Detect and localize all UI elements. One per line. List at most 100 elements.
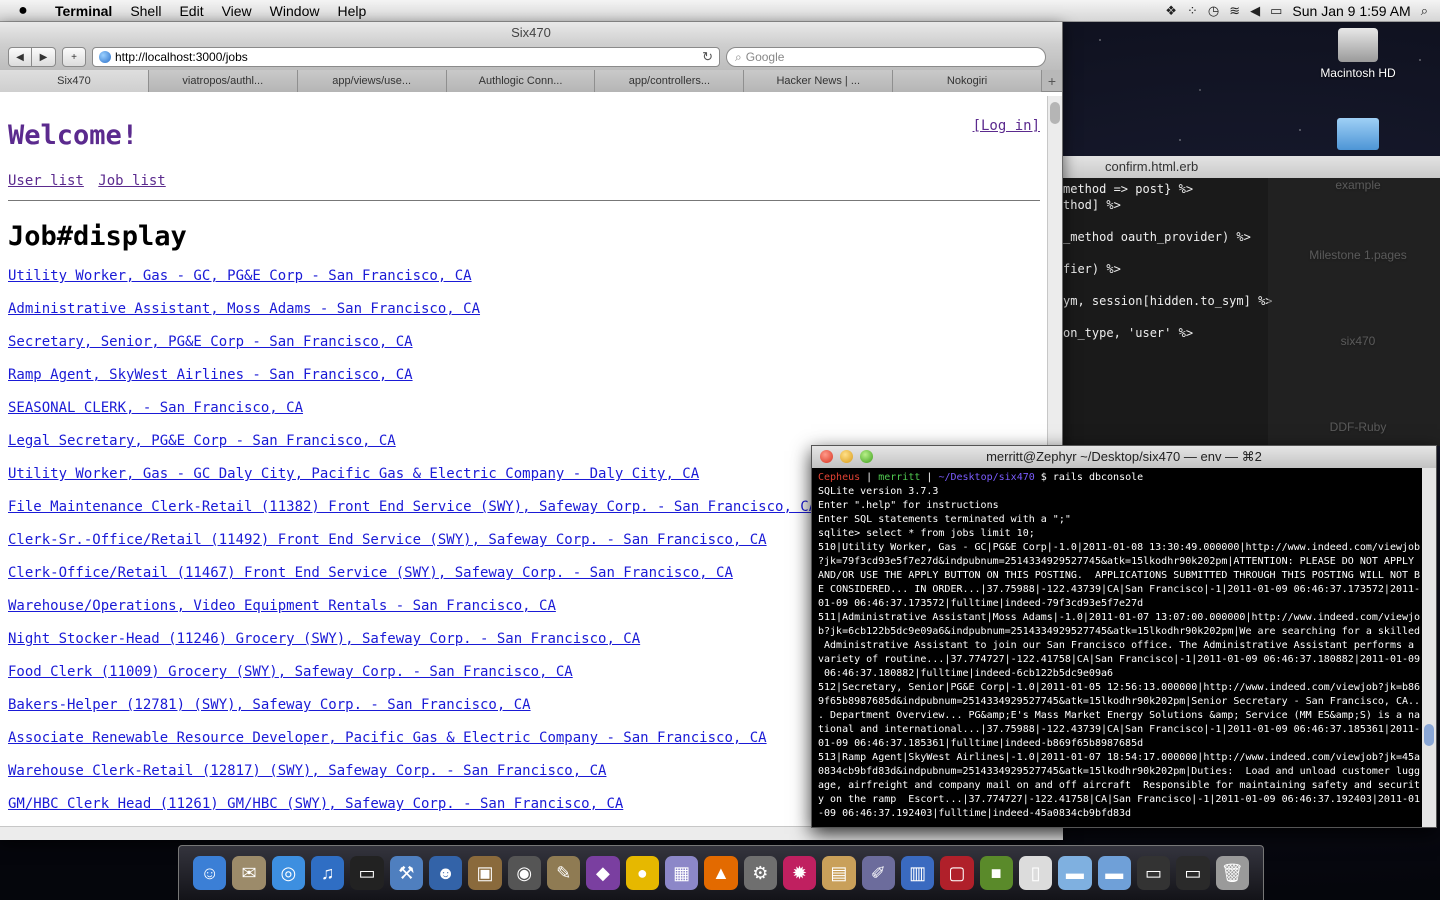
tab-2[interactable]: app/views/use...: [297, 70, 447, 92]
menu-view[interactable]: View: [213, 3, 261, 19]
browser-toolbar: ◀ ▶ + http://localhost:3000/jobs ↻ ⌕ Goo…: [0, 44, 1062, 70]
desktop-item-ddf-ruby[interactable]: DDF-Ruby: [1303, 420, 1413, 434]
parallels-icon[interactable]: ▢: [940, 856, 974, 890]
job-link[interactable]: Administrative Assistant, Moss Adams - S…: [8, 301, 1040, 334]
back-button[interactable]: ◀: [8, 47, 32, 67]
forward-button[interactable]: ▶: [32, 47, 56, 67]
safari-icon[interactable]: ◎: [271, 856, 305, 890]
archive-icon[interactable]: ▦: [664, 856, 699, 890]
vlc-icon[interactable]: ▲: [704, 856, 738, 890]
add-bookmark-button[interactable]: +: [62, 47, 86, 67]
system-preferences-icon[interactable]: ⚙: [743, 856, 777, 890]
tab-bar: Six470 viatropos/authl... app/views/use...…: [0, 70, 1062, 92]
terminal-line: 513|Ramp Agent|SkyWest Airlines|-1.0|201…: [818, 752, 1421, 763]
desktop-item-example[interactable]: example: [1303, 178, 1413, 192]
terminal-line: E CONSIDERED... IN ORDER...|37.75988|-12…: [818, 584, 1421, 595]
desktop-hd-icon[interactable]: Macintosh HD: [1303, 28, 1413, 80]
job-link[interactable]: Secretary, Senior, PG&E Corp - San Franc…: [8, 334, 1040, 367]
user-list-link[interactable]: User list: [8, 173, 84, 189]
login-link[interactable]: [Log in]: [973, 118, 1040, 134]
menu-clock[interactable]: Sun Jan 9 1:59 AM: [1292, 3, 1410, 19]
desktop-item-label: example: [1335, 178, 1381, 192]
editor-title: confirm.html.erb: [1063, 156, 1440, 178]
desktop-hd-label: Macintosh HD: [1320, 66, 1396, 80]
desktop-item-milestone[interactable]: Milestone 1.pages: [1303, 248, 1413, 262]
folder-icon-2[interactable]: ▬: [1097, 856, 1131, 890]
dots-icon[interactable]: ⁘: [1187, 3, 1198, 19]
desktop-item-label: six470: [1340, 334, 1376, 348]
tab-6[interactable]: Nokogiri: [893, 70, 1043, 92]
ichat-icon[interactable]: ☻: [428, 856, 463, 890]
time-machine-icon[interactable]: ◷: [1208, 3, 1219, 19]
tab-3[interactable]: Authlogic Conn...: [446, 70, 596, 92]
job-link[interactable]: Utility Worker, Gas - GC, PG&E Corp - Sa…: [8, 268, 1040, 301]
app-icon[interactable]: ◆: [586, 856, 620, 890]
spotlight-search-icon[interactable]: ⌕: [1421, 3, 1428, 19]
job-link[interactable]: SEASONAL CLERK, - San Francisco, CA: [8, 400, 1040, 433]
adium-icon[interactable]: ●: [625, 856, 659, 890]
desktop-folder[interactable]: [1303, 118, 1413, 154]
mail-icon[interactable]: ✉: [232, 856, 266, 890]
document-icon[interactable]: ▯: [1018, 856, 1053, 890]
apple-menu-icon[interactable]: ●: [0, 2, 46, 20]
xcode-icon[interactable]: ⚒: [389, 856, 423, 890]
dropbox-icon[interactable]: ❖: [1165, 3, 1177, 19]
job-link[interactable]: Ramp Agent, SkyWest Airlines - San Franc…: [8, 367, 1040, 400]
search-field[interactable]: ⌕ Google: [726, 47, 1046, 67]
terminal-line: 01-09 06:46:37.173572|fulltime|indeed-79…: [818, 598, 1144, 609]
editor-minimap: [1268, 178, 1440, 446]
brush-icon[interactable]: ✐: [861, 856, 895, 890]
job-list-link[interactable]: Job list: [98, 173, 165, 189]
tab-5[interactable]: Hacker News | ...: [744, 70, 894, 92]
terminal-line: 9f65b8987685d&indpubnum=2514334929527745…: [818, 696, 1421, 707]
burst-icon[interactable]: ✹: [782, 856, 817, 890]
folder-icon[interactable]: ▬: [1058, 856, 1092, 890]
terminal-scrollbar[interactable]: [1422, 468, 1436, 827]
wifi-icon[interactable]: ≋: [1229, 3, 1240, 19]
editor-window: confirm.html.erb method => post} %> thod]…: [1063, 156, 1440, 446]
minimize-icon[interactable]: [840, 450, 853, 463]
chart-app-icon[interactable]: ▥: [900, 856, 935, 890]
tab-4[interactable]: app/controllers...: [595, 70, 745, 92]
menu-help[interactable]: Help: [328, 3, 375, 19]
menu-window[interactable]: Window: [261, 3, 329, 19]
minecraft-icon[interactable]: ■: [979, 856, 1013, 890]
horizontal-scrollbar[interactable]: [0, 826, 1063, 840]
scroll-thumb[interactable]: [1050, 102, 1060, 124]
folder-icon: [1337, 118, 1379, 150]
terminal-line: Enter SQL statements terminated with a "…: [818, 514, 1071, 525]
terminal-line: Administrative Assistant to join our San…: [818, 640, 1415, 651]
trash-icon[interactable]: 🗑: [1215, 856, 1249, 890]
screen-icon-2[interactable]: ▭: [1176, 856, 1210, 890]
terminal-line: 512|Secretary, Senior|PG&E Corp|-1.0|201…: [818, 682, 1421, 693]
menu-app-name[interactable]: Terminal: [46, 3, 121, 19]
menu-shell[interactable]: Shell: [121, 3, 170, 19]
new-tab-button[interactable]: +: [1042, 70, 1062, 91]
terminal-scroll-thumb[interactable]: [1424, 724, 1434, 746]
menu-edit[interactable]: Edit: [170, 3, 212, 19]
terminal-output[interactable]: Cepheus | merritt | ~/Desktop/six470 $ r…: [812, 468, 1424, 827]
tab-1[interactable]: viatropos/authl...: [148, 70, 298, 92]
divider: [8, 200, 1040, 201]
photo-icon[interactable]: ▣: [468, 856, 502, 890]
menu-bar: ● Terminal Shell Edit View Window Help ❖…: [0, 0, 1440, 22]
url-text[interactable]: http://localhost:3000/jobs: [115, 50, 698, 64]
itunes-icon[interactable]: ♫: [310, 856, 345, 890]
terminal-line: 511|Administrative Assistant|Moss Adams|…: [818, 612, 1421, 623]
finder-icon[interactable]: ☺: [193, 856, 227, 890]
zoom-icon[interactable]: [860, 450, 873, 463]
terminal-line: . Department Overview... PG&amp;E's Mass…: [818, 710, 1421, 721]
desktop-item-six470[interactable]: six470: [1303, 334, 1413, 348]
dock: ☺ ✉ ◎ ♫ ▭ ⚒ ☻ ▣ ◉ ✎ ◆ ● ▦ ▲ ⚙ ✹ ▤ ✐ ▥ ▢ ■ ▯ ▬ ▬ ▭ ▭ 🗑: [178, 845, 1264, 900]
gimp-icon[interactable]: ✎: [546, 856, 581, 890]
reload-icon[interactable]: ↻: [702, 49, 713, 65]
address-bar[interactable]: http://localhost:3000/jobs ↻: [92, 47, 720, 67]
presentation-icon[interactable]: ▤: [822, 856, 856, 890]
volume-icon[interactable]: ◀: [1250, 3, 1260, 19]
screen-icon[interactable]: ▭: [1136, 856, 1171, 890]
battery-icon[interactable]: ▭: [1270, 3, 1282, 19]
terminal-icon[interactable]: ▭: [350, 856, 384, 890]
camera-icon[interactable]: ◉: [507, 856, 541, 890]
close-icon[interactable]: [820, 450, 833, 463]
tab-0[interactable]: Six470: [0, 70, 149, 92]
